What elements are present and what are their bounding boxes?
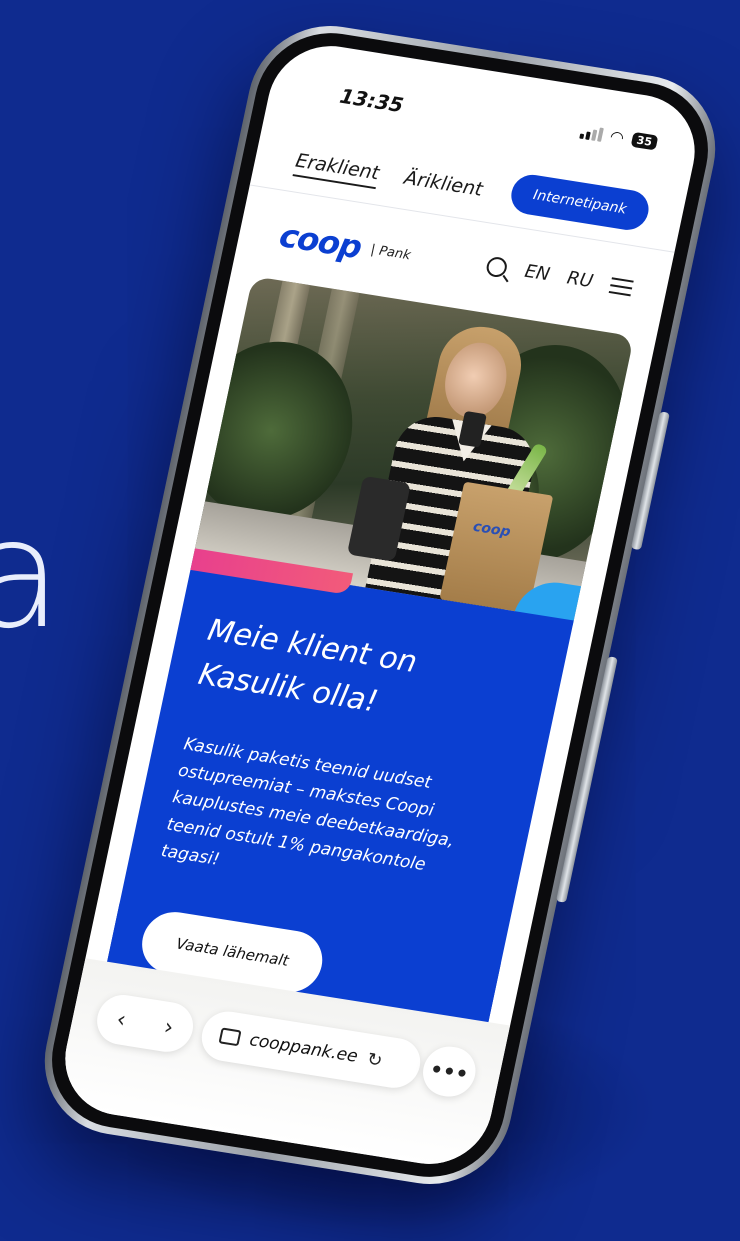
background-letter: a: [0, 488, 62, 662]
forward-button[interactable]: ›: [162, 1014, 176, 1040]
back-button[interactable]: ‹: [114, 1007, 128, 1033]
lang-ru-link[interactable]: RU: [565, 267, 595, 292]
battery-icon: 35: [630, 131, 659, 151]
signal-icon: [579, 124, 604, 142]
lang-en-link[interactable]: EN: [523, 261, 552, 285]
menu-icon[interactable]: [608, 276, 634, 296]
tab-eraklient[interactable]: Eraklient: [292, 149, 382, 190]
status-icons: ◠ 35: [579, 122, 659, 153]
promo-body: Kasulik paketis teenid uudset ostupreemi…: [159, 734, 456, 875]
tabs-icon[interactable]: [218, 1027, 242, 1047]
browser-nav-controls: ‹ ›: [92, 991, 198, 1056]
search-icon[interactable]: [485, 255, 510, 279]
coop-logo[interactable]: coop: [276, 216, 365, 266]
reload-icon[interactable]: ↻: [365, 1048, 384, 1071]
internetbank-button[interactable]: Internetipank: [507, 171, 653, 233]
logo-subtitle: | Pank: [369, 242, 412, 264]
wifi-icon: ◠: [608, 126, 626, 148]
url-bar[interactable]: cooppank.ee ↻: [197, 1007, 425, 1092]
url-text[interactable]: cooppank.ee: [248, 1030, 360, 1067]
more-options-button[interactable]: •••: [418, 1043, 481, 1101]
tab-ariklient[interactable]: Äriklient: [402, 167, 484, 201]
promo-headline: Meie klient on Kasulik olla!: [195, 612, 421, 720]
status-time: 13:35: [337, 83, 406, 118]
header-tools: EN RU: [485, 255, 634, 298]
